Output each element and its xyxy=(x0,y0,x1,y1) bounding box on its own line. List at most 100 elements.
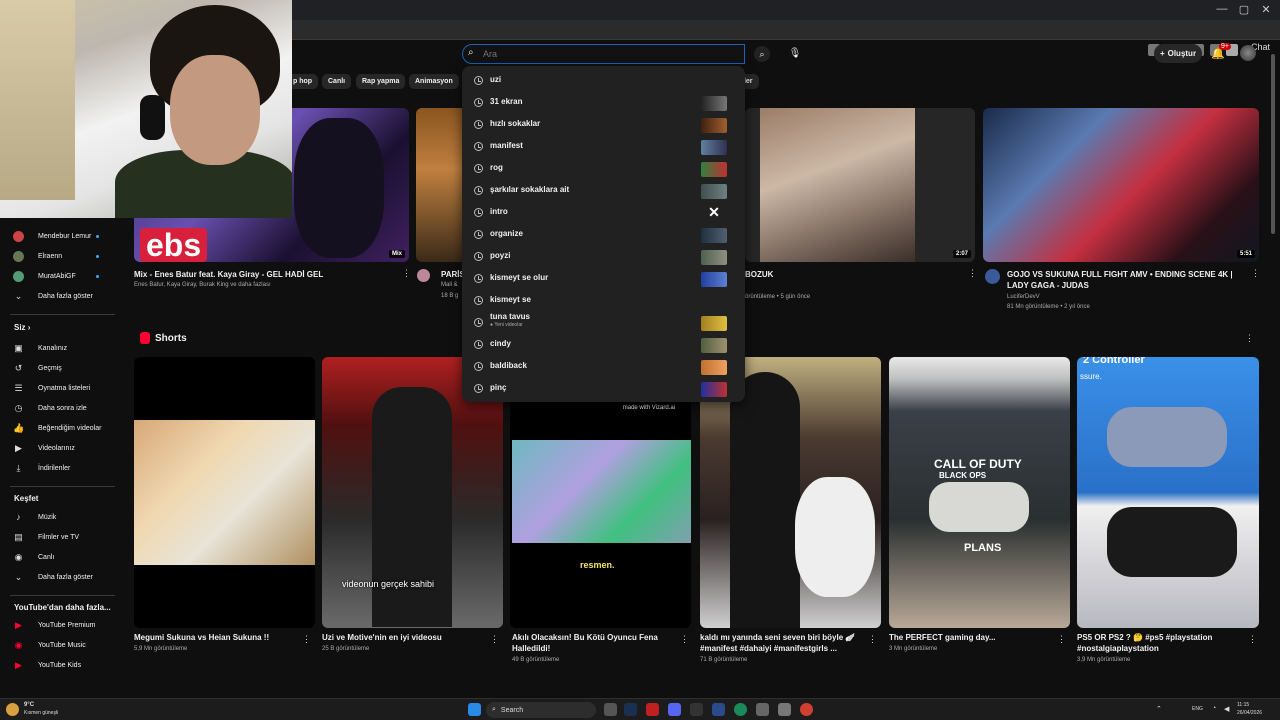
more-options-icon[interactable]: ⋮ xyxy=(868,634,877,645)
show-more-subscriptions[interactable]: ⌄ Daha fazla göster xyxy=(0,287,118,305)
sidebar-item-elraenn[interactable]: Elraenn xyxy=(0,247,118,265)
search-submit-icon[interactable]: ⌕ xyxy=(754,46,770,62)
channel-avatar[interactable] xyxy=(985,269,1000,284)
app-icon[interactable] xyxy=(778,703,791,716)
video-thumbnail[interactable] xyxy=(416,108,466,262)
short-title[interactable]: The PERFECT gaming day... xyxy=(889,632,1049,643)
more-options-icon[interactable]: ⋮ xyxy=(968,268,977,279)
sidebar-item-youtube-kids[interactable]: ▶ YouTube Kids xyxy=(0,656,118,674)
wifi-icon[interactable]: ◔ xyxy=(1212,705,1216,712)
taskbar-search[interactable]: ⌕ Search xyxy=(486,702,596,718)
suggestion-item[interactable]: organize xyxy=(462,224,745,246)
search-input[interactable] xyxy=(483,46,738,62)
more-options-icon[interactable]: ⋮ xyxy=(680,634,689,645)
weather-desc[interactable]: Kısmen güneşli xyxy=(24,710,58,716)
channel-name[interactable]: LuciferDevV xyxy=(1007,293,1040,302)
more-options-icon[interactable]: ⋮ xyxy=(1245,333,1254,344)
sidebar-item-youtube-premium[interactable]: ▶ YouTube Premium xyxy=(0,616,118,634)
weather-temp[interactable]: 9°C xyxy=(24,702,34,708)
suggestion-item[interactable]: 31 ekran xyxy=(462,92,745,114)
short-title[interactable]: Megumi Sukuna vs Heian Sukuna !! xyxy=(134,632,294,643)
more-options-icon[interactable]: ⋮ xyxy=(1248,634,1257,645)
discord-icon[interactable] xyxy=(668,703,681,716)
short-title[interactable]: PS5 OR PS2 ? 🤔 #ps5 #playstation #nostal… xyxy=(1077,632,1242,654)
tray-arrow-icon[interactable]: ⌃ xyxy=(1156,705,1162,713)
sidebar-item-your-videos[interactable]: ▶ Videolarınız xyxy=(0,439,118,457)
task-view-icon[interactable] xyxy=(604,703,617,716)
sidebar-item-youtube-music[interactable]: ◉ YouTube Music xyxy=(0,636,118,654)
suggestion-item[interactable]: rog xyxy=(462,158,745,180)
search-box[interactable]: ⌕ xyxy=(462,44,745,64)
short-thumbnail[interactable]: CALL OF DUTY BLACK OPS PLANS xyxy=(889,357,1070,628)
microphone-icon[interactable]: 🎙 xyxy=(787,46,803,62)
show-more-explore[interactable]: ⌄ Daha fazla göster xyxy=(0,568,118,586)
short-title[interactable]: Uzi ve Motive'nin en iyi videosu xyxy=(322,632,482,643)
divider xyxy=(10,486,115,487)
chrome-icon[interactable] xyxy=(800,703,813,716)
sidebar-item-liked-videos[interactable]: 👍 Beğendiğim videolar xyxy=(0,419,118,437)
avatar[interactable] xyxy=(1240,45,1256,61)
you-heading[interactable]: Siz › xyxy=(14,323,30,332)
short-title[interactable]: Akılı Olacaksın! Bu Kötü Oyuncu Fena Hal… xyxy=(512,632,670,654)
volume-icon[interactable]: ◀ xyxy=(1224,705,1229,713)
short-thumbnail[interactable] xyxy=(134,357,315,628)
edge-icon[interactable] xyxy=(734,703,747,716)
suggestion-item[interactable]: tuna tavus ● Yeni videolar xyxy=(462,312,745,334)
app-icon[interactable] xyxy=(712,703,725,716)
scrollbar[interactable] xyxy=(1270,44,1276,684)
close-window-icon[interactable]: ✕ xyxy=(1256,3,1276,16)
sidebar-item-muratabigf[interactable]: MuratAbiGF xyxy=(0,267,118,285)
suggestion-item[interactable]: kismeyt se olur xyxy=(462,268,745,290)
sidebar-item-your-channel[interactable]: ▣ Kanalınız xyxy=(0,339,118,357)
sidebar-item-watch-later[interactable]: ◷ Daha sonra izle xyxy=(0,399,118,417)
suggestion-item[interactable]: cindy xyxy=(462,334,745,356)
film-icon: ▤ xyxy=(14,531,23,542)
chip-live[interactable]: Canlı xyxy=(322,74,352,89)
more-options-icon[interactable]: ⋮ xyxy=(490,634,499,645)
suggestion-item[interactable]: intro ✕ xyxy=(462,202,745,224)
clock-date[interactable]: 26/04/2026 xyxy=(1237,710,1262,716)
suggestion-item[interactable]: pinç xyxy=(462,378,745,400)
video-title[interactable]: GOJO VS SUKUNA FULL FIGHT AMV • ENDING S… xyxy=(1007,269,1247,291)
create-button[interactable]: + Oluştur xyxy=(1154,44,1202,63)
steam-icon[interactable] xyxy=(624,703,637,716)
video-thumbnail[interactable]: 2:07 xyxy=(745,108,975,262)
suggestion-item[interactable]: kismeyt se xyxy=(462,290,745,312)
video-thumbnail[interactable]: 5:51 xyxy=(983,108,1259,262)
sidebar-item-history[interactable]: ↺ Geçmiş xyxy=(0,359,118,377)
scrollbar-thumb[interactable] xyxy=(1271,54,1275,234)
video-title[interactable]: BOZUK xyxy=(745,269,773,280)
channel-avatar[interactable] xyxy=(417,269,430,282)
app-icon[interactable] xyxy=(646,703,659,716)
sidebar-item-playlists[interactable]: ☰ Oynatma listeleri xyxy=(0,379,118,397)
windows-start-icon[interactable] xyxy=(468,703,481,716)
app-icon[interactable] xyxy=(690,703,703,716)
short-title[interactable]: kaldı mı yanında seni seven biri böyle 🪽… xyxy=(700,632,860,654)
suggestion-item[interactable]: baldiback xyxy=(462,356,745,378)
suggestion-item[interactable]: hızlı sokaklar xyxy=(462,114,745,136)
more-options-icon[interactable]: ⋮ xyxy=(402,268,411,279)
sidebar-item-live[interactable]: ◉ Canlı xyxy=(0,548,118,566)
suggestion-item[interactable]: şarkılar sokaklara ait xyxy=(462,180,745,202)
sidebar-item-music[interactable]: ♪ Müzik xyxy=(0,508,118,526)
clock-time[interactable]: 11:15 xyxy=(1237,702,1249,708)
maximize-icon[interactable]: ▢ xyxy=(1234,3,1254,16)
chip-rap[interactable]: Rap yapma xyxy=(356,74,406,89)
suggestion-item[interactable]: poyzi xyxy=(462,246,745,268)
more-options-icon[interactable]: ⋮ xyxy=(1251,268,1260,279)
short-thumbnail[interactable]: 2 Controller ssure. xyxy=(1077,357,1259,628)
sidebar-item-mendebur-lemur[interactable]: Mendebur Lemur xyxy=(0,227,118,245)
video-title[interactable]: Mix - Enes Batur feat. Kaya Giray - GEL … xyxy=(134,269,404,280)
more-options-icon[interactable]: ⋮ xyxy=(302,634,311,645)
chip-animation[interactable]: Animasyon xyxy=(409,74,459,89)
suggestion-item[interactable]: uzi xyxy=(462,70,745,92)
minimize-icon[interactable]: — xyxy=(1212,3,1232,15)
close-icon[interactable]: ✕ xyxy=(707,204,721,220)
more-options-icon[interactable]: ⋮ xyxy=(1057,634,1066,645)
sidebar-item-downloads[interactable]: ⤓ İndirilenler xyxy=(0,459,118,477)
suggestion-item[interactable]: manifest xyxy=(462,136,745,158)
app-icon[interactable] xyxy=(756,703,769,716)
sidebar-item-movies[interactable]: ▤ Filmler ve TV xyxy=(0,528,118,546)
language-indicator[interactable]: ENG xyxy=(1192,706,1203,712)
weather-icon[interactable] xyxy=(6,703,19,716)
